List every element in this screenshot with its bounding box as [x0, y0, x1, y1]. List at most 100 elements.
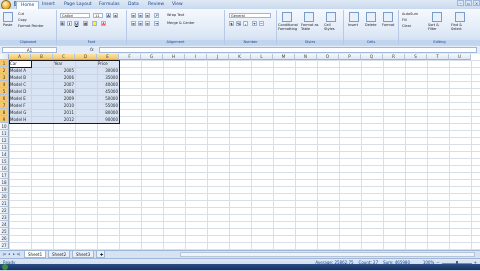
row-header-4[interactable]: 4	[0, 81, 9, 88]
find-select-icon[interactable]	[455, 12, 465, 22]
last-sheet-icon[interactable]: ▸|	[17, 252, 21, 257]
row-header-6[interactable]: 6	[0, 95, 9, 102]
insert-function-icon[interactable]: fx	[90, 47, 94, 53]
merge-center-button[interactable]: Merge & Center	[167, 21, 195, 26]
align-middle-icon[interactable]: ≡	[138, 13, 143, 18]
align-right-icon[interactable]: ≡	[145, 21, 150, 26]
column-header-u[interactable]: U	[449, 54, 471, 60]
format-as-table-icon[interactable]	[304, 12, 314, 22]
table-cell-car[interactable]: Model F	[9, 102, 31, 109]
format-button[interactable]: Format	[382, 23, 394, 28]
format-painter-button[interactable]: Format Painter	[18, 24, 44, 29]
sheet-tab-sheet2[interactable]: Sheet2	[48, 251, 71, 258]
row-header-17[interactable]: 17	[0, 172, 9, 179]
first-sheet-icon[interactable]: |◂	[2, 252, 6, 257]
autosum-button[interactable]: AutoSum	[402, 12, 418, 17]
table-cell-car[interactable]: Model G	[9, 109, 31, 116]
indent-icon[interactable]: ⇥	[154, 21, 159, 26]
table-cell-year[interactable]: 2007	[53, 81, 75, 88]
fill-color-icon[interactable]	[92, 21, 97, 26]
column-header-t[interactable]: T	[427, 54, 449, 60]
table-cell-price[interactable]: 40000	[97, 81, 119, 88]
row-header-23[interactable]: 23	[0, 214, 9, 221]
sort-filter-icon[interactable]	[432, 12, 442, 22]
next-sheet-icon[interactable]: ▸	[12, 252, 16, 257]
row-header-8[interactable]: 8	[0, 109, 9, 116]
row-header-3[interactable]: 3	[0, 74, 9, 81]
column-header-j[interactable]: J	[207, 54, 229, 60]
row-header-18[interactable]: 18	[0, 179, 9, 186]
currency-button[interactable]: $	[229, 21, 234, 26]
underline-icon[interactable]: U	[74, 21, 79, 26]
formula-input[interactable]	[99, 47, 477, 53]
font-size-combo[interactable]: 11	[93, 13, 103, 18]
tab-review[interactable]: Review	[144, 1, 168, 9]
clear-button[interactable]: Clear	[402, 24, 411, 29]
row-header-12[interactable]: 12	[0, 137, 9, 144]
font-name-combo[interactable]: Calibri	[60, 13, 90, 18]
tab-formulas[interactable]: Formulas	[95, 1, 124, 9]
format-as-table-button[interactable]: Format as Table	[301, 23, 319, 31]
conditional-formatting-icon[interactable]	[282, 12, 292, 22]
align-left-icon[interactable]: ≡	[131, 21, 136, 26]
table-cell-year[interactable]: 2008	[53, 88, 75, 95]
copy-button[interactable]: Copy	[18, 18, 27, 23]
increase-decimal-icon[interactable]: +	[252, 21, 257, 26]
table-cell-year[interactable]: 2009	[53, 95, 75, 102]
table-cell-car[interactable]: Model D	[9, 88, 31, 95]
delete-cells-icon[interactable]	[366, 12, 376, 22]
column-header-f[interactable]: F	[119, 54, 141, 60]
column-header-i[interactable]: I	[185, 54, 207, 60]
column-header-o[interactable]: O	[317, 54, 339, 60]
tab-insert[interactable]: Insert	[38, 1, 59, 9]
bold-icon[interactable]: B	[60, 21, 65, 26]
sheet-tab-sheet1[interactable]: Sheet1	[24, 251, 47, 258]
table-cell-car[interactable]: Model C	[9, 81, 31, 88]
tab-data[interactable]: Data	[124, 1, 143, 9]
comma-button[interactable]: ,	[243, 21, 248, 26]
column-header-m[interactable]: M	[273, 54, 295, 60]
header-cell[interactable]: Price	[97, 60, 119, 67]
table-cell-year[interactable]: 2006	[53, 74, 75, 81]
table-cell-price[interactable]: 55000	[97, 102, 119, 109]
row-header-14[interactable]: 14	[0, 151, 9, 158]
restore-icon[interactable]: ▫	[465, 0, 472, 6]
italic-icon[interactable]: I	[67, 21, 72, 26]
tab-view[interactable]: View	[168, 1, 187, 9]
column-header-k[interactable]: K	[229, 54, 251, 60]
sort-filter-button[interactable]: Sort & Filter	[428, 23, 448, 31]
column-header-r[interactable]: R	[383, 54, 405, 60]
table-cell-year[interactable]: 2005	[53, 67, 75, 74]
row-header-15[interactable]: 15	[0, 158, 9, 165]
row-header-24[interactable]: 24	[0, 221, 9, 228]
align-bottom-icon[interactable]: ≡	[145, 13, 150, 18]
borders-icon[interactable]: ▦	[83, 21, 88, 26]
insert-sheet-icon[interactable]: ✚	[96, 251, 105, 258]
insert-button[interactable]: Insert	[348, 23, 358, 28]
insert-cells-icon[interactable]	[349, 12, 359, 22]
row-header-20[interactable]: 20	[0, 193, 9, 200]
row-header-2[interactable]: 2	[0, 67, 9, 74]
shrink-font-icon[interactable]: a	[113, 13, 118, 18]
wrap-text-button[interactable]: Wrap Text	[167, 13, 184, 18]
conditional-formatting-button[interactable]: Conditional Formatting	[278, 23, 298, 31]
table-cell-price[interactable]: 90000	[97, 116, 119, 123]
table-cell-price[interactable]: 80000	[97, 109, 119, 116]
column-header-s[interactable]: S	[405, 54, 427, 60]
header-cell[interactable]: Year	[53, 60, 75, 67]
paste-icon[interactable]	[3, 12, 13, 22]
column-header-n[interactable]: N	[295, 54, 317, 60]
row-header-13[interactable]: 13	[0, 144, 9, 151]
table-cell-car[interactable]: Model E	[9, 95, 31, 102]
align-center-icon[interactable]: ≡	[138, 21, 143, 26]
table-cell-car[interactable]: Model B	[9, 74, 31, 81]
align-top-icon[interactable]: ≡	[131, 13, 136, 18]
row-header-22[interactable]: 22	[0, 207, 9, 214]
row-header-16[interactable]: 16	[0, 165, 9, 172]
table-cell-car[interactable]: Model H	[9, 116, 31, 123]
minimize-icon[interactable]: –	[457, 0, 464, 6]
font-color-icon[interactable]: A	[101, 21, 106, 26]
delete-button[interactable]: Delete	[365, 23, 377, 28]
start-button-icon[interactable]	[2, 264, 8, 270]
cell-styles-icon[interactable]	[326, 12, 336, 22]
